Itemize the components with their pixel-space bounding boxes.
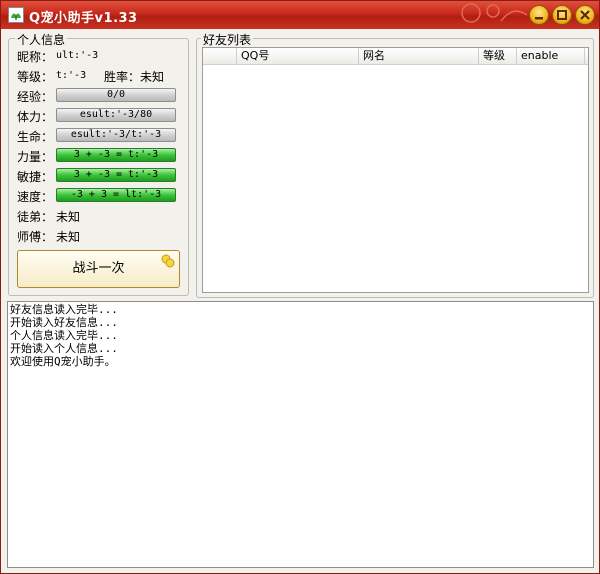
apprentice-value: 未知 (56, 210, 81, 224)
level-value: t:'-3 (56, 70, 87, 81)
friend-list-group: 好友列表 QQ号 网名 等级 enable (196, 31, 594, 298)
personal-info-group: 个人信息 昵称： ult:'-3 等级： t:'-3 胜率： 未知 经验： 0/… (8, 31, 189, 296)
speed-label: 速度： (17, 190, 54, 204)
maximize-icon (557, 10, 567, 20)
log-line: 好友信息读入完毕... (10, 303, 118, 316)
master-value: 未知 (56, 230, 81, 244)
close-icon (580, 10, 590, 20)
title-bar[interactable]: Q宠小助手v1.33 (1, 1, 599, 29)
friend-table[interactable]: QQ号 网名 等级 enable (202, 47, 589, 293)
winrate-label: 胜率： (104, 70, 141, 84)
strength-label: 力量： (17, 150, 54, 164)
friend-table-header: QQ号 网名 等级 enable (203, 48, 588, 65)
nickname-label: 昵称： (17, 50, 54, 64)
column-header-nickname[interactable]: 网名 (359, 48, 479, 64)
apprentice-label: 徒弟： (17, 210, 54, 224)
app-icon (8, 7, 24, 23)
minimize-icon (535, 17, 543, 20)
coins-icon (161, 254, 175, 268)
column-header-level[interactable]: 等级 (479, 48, 517, 64)
agility-bar: 3 + -3 = t:'-3 (56, 168, 176, 182)
friend-list-title: 好友列表 (201, 31, 254, 48)
nickname-value: ult:'-3 (56, 50, 99, 61)
personal-info-title: 个人信息 (15, 31, 68, 48)
title-decoration (461, 3, 528, 23)
fight-once-label: 战斗一次 (72, 261, 125, 276)
winrate-value: 未知 (140, 70, 165, 84)
exp-label: 经验： (17, 90, 54, 104)
column-header-blank[interactable] (203, 48, 237, 64)
log-output[interactable]: 好友信息读入完毕... 开始读入好友信息... 个人信息读入完毕... 开始读入… (7, 301, 594, 568)
window-title: Q宠小助手v1.33 (29, 11, 138, 26)
exp-bar: 0/0 (56, 88, 176, 102)
stamina-label: 体力： (17, 110, 54, 124)
speed-bar: -3 + 3 = lt:'-3 (56, 188, 176, 202)
log-line: 个人信息读入完毕... (10, 329, 118, 342)
app-window: Q宠小助手v1.33 个人信息 昵称： ult:'-3 等级： t:'-3 胜率… (0, 0, 600, 574)
level-label: 等级： (17, 70, 54, 84)
close-button[interactable] (575, 5, 595, 25)
life-label: 生命： (17, 130, 54, 144)
stamina-bar: esult:'-3/80 (56, 108, 176, 122)
log-line: 欢迎使用Q宠小助手。 (10, 355, 116, 368)
minimize-button[interactable] (529, 5, 549, 25)
column-header-qq[interactable]: QQ号 (237, 48, 359, 64)
column-header-enable[interactable]: enable (517, 48, 585, 64)
strength-bar: 3 + -3 = t:'-3 (56, 148, 176, 162)
agility-label: 敏捷： (17, 170, 54, 184)
fight-once-button[interactable]: 战斗一次 (17, 250, 180, 288)
master-label: 师傅： (17, 230, 54, 244)
log-line: 开始读入个人信息... (10, 342, 118, 355)
log-line: 开始读入好友信息... (10, 316, 118, 329)
maximize-button[interactable] (552, 5, 572, 25)
life-bar: esult:'-3/t:'-3 (56, 128, 176, 142)
